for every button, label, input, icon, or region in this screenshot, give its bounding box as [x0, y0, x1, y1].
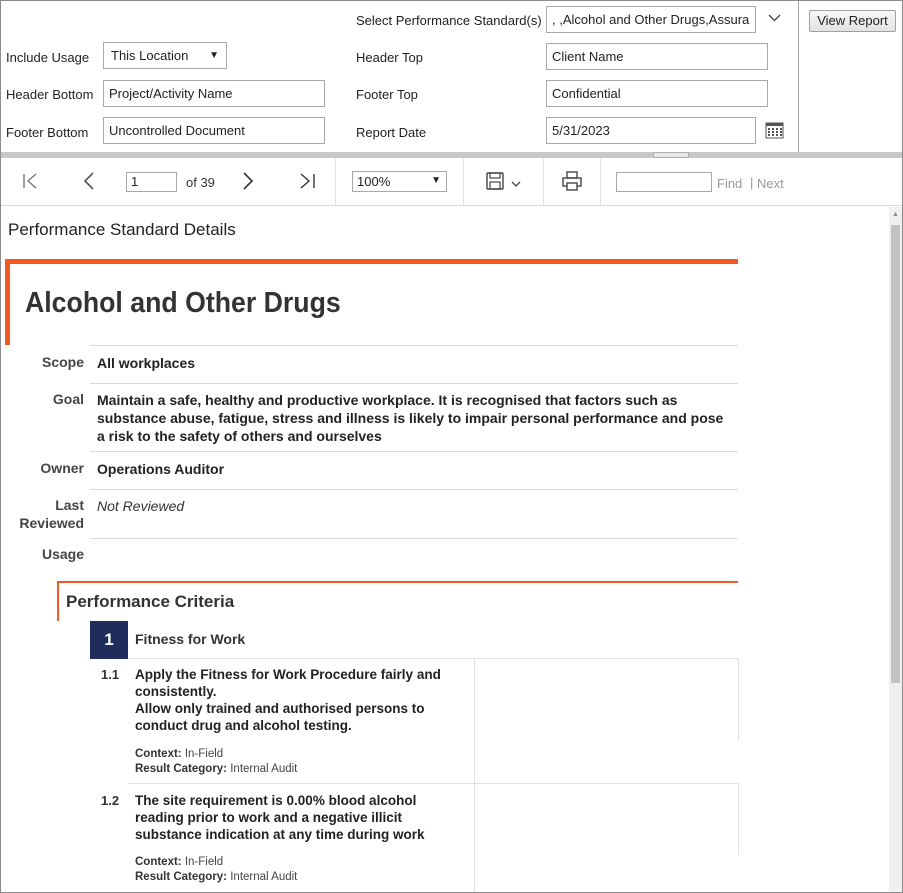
usage-label: Usage	[41, 546, 84, 562]
result-category-label: Result Category:	[135, 871, 228, 883]
criterion-text: The site requirement is 0.00% blood alco…	[135, 792, 465, 843]
page-number-input[interactable]: 1	[126, 172, 177, 192]
first-page-icon[interactable]	[22, 172, 38, 193]
chevron-down-icon[interactable]	[768, 10, 781, 26]
view-report-button[interactable]: View Report	[809, 10, 896, 32]
column-divider	[474, 783, 475, 892]
criterion-line: The site requirement is 0.00% blood alco…	[135, 793, 425, 842]
divider	[90, 451, 738, 452]
find-input[interactable]	[616, 172, 712, 192]
standard-accent-bar	[5, 259, 738, 264]
goal-value: Maintain a safe, healthy and productive …	[97, 392, 724, 444]
page-count-label: of 39	[186, 175, 215, 190]
last-page-icon[interactable]	[299, 172, 316, 193]
divider	[90, 538, 738, 539]
save-icon[interactable]	[486, 172, 524, 195]
include-usage-value: This Location	[111, 48, 189, 63]
scroll-up-arrow-icon[interactable]: ▲	[892, 211, 899, 218]
scope-value: All workplaces	[97, 355, 196, 371]
criterion-number: 1.1	[101, 667, 120, 682]
footer-bottom-input[interactable]: Uncontrolled Document	[103, 117, 325, 144]
print-icon[interactable]	[562, 171, 582, 194]
context-value: In-Field	[184, 748, 224, 760]
parameters-panel: Select Performance Standard(s) , ,Alcoho…	[1, 1, 902, 152]
divider	[128, 658, 738, 659]
divider	[90, 345, 738, 346]
criterion-context: Context: In-Field	[135, 747, 223, 762]
header-top-input[interactable]: Client Name	[546, 43, 768, 70]
criterion-result-category: Result Category: Internal Audit	[135, 762, 297, 777]
divider	[90, 383, 738, 384]
column-divider	[474, 658, 475, 783]
zoom-value: 100%	[357, 174, 391, 189]
footer-top-input[interactable]: Confidential	[546, 80, 768, 107]
performance-criteria-heading: Performance Criteria	[66, 592, 235, 611]
zoom-select[interactable]: 100% ▼	[352, 171, 447, 192]
find-separator: |	[750, 175, 754, 190]
page-title: Performance Standard Details	[8, 220, 236, 239]
header-bottom-label: Header Bottom	[6, 87, 94, 102]
find-link[interactable]: Find	[717, 176, 742, 191]
toolbar-separator	[335, 158, 336, 206]
header-bottom-input[interactable]: Project/Activity Name	[103, 80, 325, 107]
criterion-number: 1.2	[101, 793, 120, 808]
toolbar-separator	[543, 158, 544, 206]
vertical-scrollbar[interactable]: ▲	[889, 207, 902, 892]
perf-standards-input[interactable]: , ,Alcohol and Other Drugs,Assura	[546, 6, 756, 33]
report-date-label: Report Date	[356, 125, 427, 140]
footer-bottom-label: Footer Bottom	[6, 125, 89, 140]
result-category-label: Result Category:	[135, 763, 228, 775]
context-value: In-Field	[184, 856, 224, 868]
next-page-icon[interactable]	[242, 172, 254, 193]
dropdown-arrow-icon: ▼	[431, 175, 441, 186]
report-date-input[interactable]: 5/31/2023	[546, 117, 756, 144]
parameters-divider	[798, 1, 799, 152]
last-reviewed-label-line1: Last	[55, 497, 84, 513]
dropdown-arrow-icon: ▼	[209, 50, 219, 61]
header-top-label: Header Top	[356, 50, 423, 65]
perf-standards-label: Select Performance Standard(s)	[356, 13, 542, 28]
report-viewer-window: Select Performance Standard(s) , ,Alcoho…	[0, 0, 903, 893]
previous-page-icon[interactable]	[83, 172, 95, 193]
divider	[128, 783, 738, 784]
include-usage-label: Include Usage	[6, 50, 90, 65]
column-divider	[738, 658, 739, 740]
divider	[90, 489, 738, 490]
column-divider	[738, 783, 739, 855]
criterion-text: Apply the Fitness for Work Procedure fai…	[135, 666, 465, 734]
last-reviewed-label-line2: Reviewed	[19, 515, 84, 531]
report-content: Performance Standard Details Alcohol and…	[1, 207, 889, 892]
standard-title: Alcohol and Other Drugs	[25, 287, 341, 319]
goal-label: Goal	[52, 391, 84, 407]
scrollbar-thumb[interactable]	[891, 225, 900, 683]
toolbar-separator	[463, 158, 464, 206]
category-number: 1	[90, 621, 128, 659]
criterion-result-category: Result Category: Internal Audit	[135, 870, 297, 885]
context-label: Context:	[135, 856, 182, 868]
toolbar-separator	[600, 158, 601, 206]
criterion-line: Apply the Fitness for Work Procedure fai…	[135, 667, 441, 699]
result-category-value: Internal Audit	[230, 763, 298, 775]
category-title: Fitness for Work	[135, 631, 246, 647]
report-toolbar: 1 of 39 100% ▼ Find | Next	[1, 158, 902, 206]
owner-value: Operations Auditor	[97, 461, 225, 477]
include-usage-select[interactable]: This Location ▼	[103, 42, 227, 69]
owner-label: Owner	[40, 460, 84, 476]
criterion-line: Allow only trained and authorised person…	[135, 701, 425, 733]
calendar-icon[interactable]	[765, 121, 784, 139]
standard-accent-side	[5, 259, 10, 345]
result-category-value: Internal Audit	[230, 871, 298, 883]
last-reviewed-value: Not Reviewed	[97, 498, 185, 514]
find-next-link[interactable]: Next	[757, 176, 784, 191]
scope-label: Scope	[41, 354, 84, 370]
criterion-context: Context: In-Field	[135, 855, 223, 870]
footer-top-label: Footer Top	[356, 87, 418, 102]
context-label: Context:	[135, 748, 182, 760]
